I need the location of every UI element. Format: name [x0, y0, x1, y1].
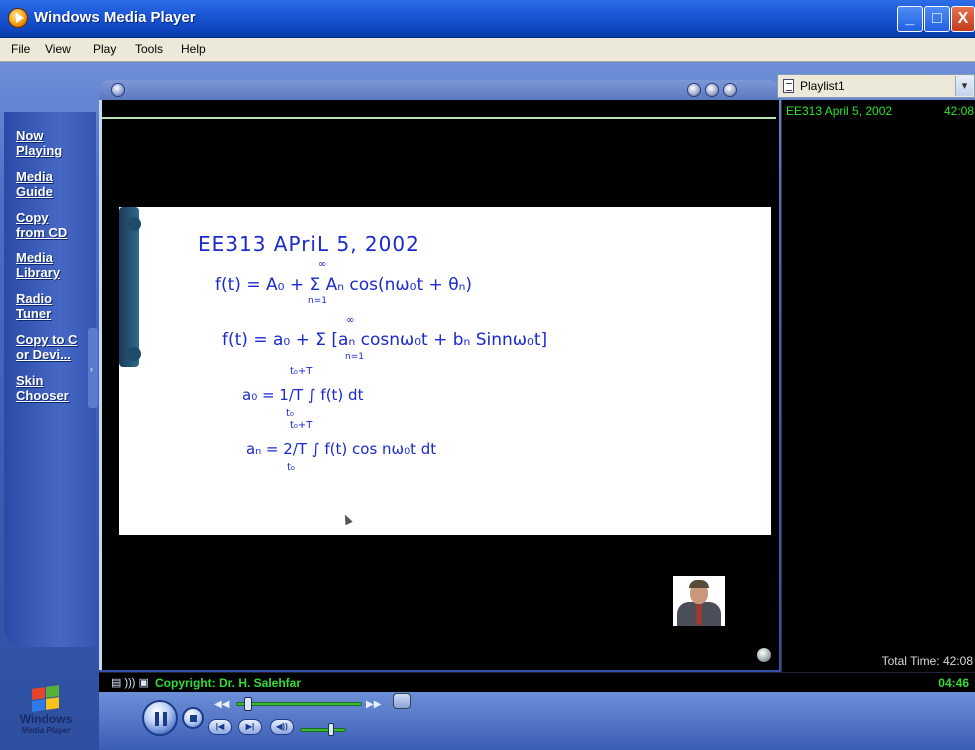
windows-flag-icon	[30, 685, 60, 712]
video-top-bar	[99, 80, 779, 100]
slide-eq-3: a₀ = 1/T ∫ f(t) dt	[242, 386, 364, 404]
taskbar-label: Skin	[16, 373, 44, 388]
close-button[interactable]: X	[951, 6, 975, 32]
menu-view[interactable]: View	[45, 42, 71, 56]
seek-thumb[interactable]	[244, 697, 252, 711]
chevron-right-icon: ›	[90, 364, 93, 374]
feature-taskbar: Now Playing Media Guide Copy from CD Med…	[4, 112, 96, 647]
status-text: Copyright: Dr. H. Salehfar	[155, 676, 302, 690]
taskbar-copy-from-cd[interactable]: Copy from CD	[16, 210, 67, 240]
sum-limit-bottom: n=1	[308, 296, 327, 306]
slide-heading: EE313 APriL 5, 2002	[198, 232, 420, 256]
lecture-slide	[119, 207, 771, 535]
taskbar-label: Copy to C	[16, 332, 78, 347]
now-playing-options-button[interactable]	[111, 83, 125, 97]
video-zoom-button[interactable]	[757, 648, 771, 662]
taskbar-media-library[interactable]: Media Library	[16, 250, 60, 280]
next-button[interactable]: ▶|	[238, 719, 262, 735]
visualization-prev-button[interactable]	[687, 83, 701, 97]
mini-mode-button[interactable]	[393, 693, 411, 709]
taskbar-radio-tuner[interactable]: Radio Tuner	[16, 291, 52, 321]
pause-button[interactable]	[142, 700, 178, 736]
status-icons[interactable]: ▤ ))) ▣	[111, 676, 149, 689]
taskbar-label: from CD	[16, 225, 68, 240]
taskbar-label: Chooser	[16, 388, 69, 403]
presenter-video-inset	[673, 576, 725, 626]
taskbar-label: Radio	[16, 291, 53, 306]
taskbar-label: Guide	[16, 184, 53, 199]
sum-limit-bottom: n=1	[345, 352, 364, 362]
seek-track[interactable]	[236, 702, 362, 706]
logo-text: Windows	[19, 712, 73, 726]
fast-forward-button[interactable]: ▶▶	[366, 699, 381, 710]
playlist-total-time: Total Time: 42:08	[881, 654, 973, 668]
video-divider	[102, 117, 776, 119]
volume-track[interactable]	[300, 728, 346, 732]
wmp-app-icon[interactable]	[8, 8, 28, 28]
logo-subtext: Media Player	[21, 726, 71, 735]
mute-button[interactable]: ◀))	[270, 719, 294, 735]
slide-eq-2: f(t) = a₀ + Σ [aₙ cosnω₀t + bₙ Sinnω₀t]	[222, 330, 548, 350]
int-limit-top: t₀+T	[290, 366, 313, 377]
menu-bar: File View Play Tools Help	[0, 38, 975, 62]
maximize-button[interactable]: □	[924, 6, 950, 32]
slide-eq-1: f(t) = A₀ + Σ Aₙ cos(nω₀t + θₙ)	[215, 275, 473, 295]
playlist-name: Playlist1	[800, 79, 845, 93]
taskbar-label: or Devi...	[16, 347, 71, 362]
menu-tools[interactable]: Tools	[135, 42, 163, 56]
int-limit-bottom: t₀	[287, 462, 295, 473]
slide-frame-edge	[119, 207, 141, 367]
seek-slider[interactable]: ◀◀ ▶▶	[214, 697, 384, 711]
menu-file[interactable]: File	[11, 42, 30, 56]
taskbar-media-guide[interactable]: Media Guide	[16, 169, 53, 199]
taskbar-label: Library	[16, 265, 61, 280]
taskbar-now-playing[interactable]: Now Playing	[16, 128, 62, 158]
menu-play[interactable]: Play	[93, 42, 116, 56]
windows-media-logo: Windows Media Player	[2, 685, 92, 748]
taskbar-skin-chooser[interactable]: Skin Chooser	[16, 373, 69, 403]
status-bar: ▤ ))) ▣ Copyright: Dr. H. Salehfar 04:46	[99, 672, 975, 692]
taskbar-label: Media	[16, 250, 53, 265]
playlist-item-title: EE313 April 5, 2002	[786, 104, 893, 118]
playlist-panel: EE313 April 5, 2002 42:08 Total Time: 42…	[781, 100, 975, 672]
title-bar[interactable]: Windows Media Player _ □ X	[0, 0, 975, 38]
menu-help[interactable]: Help	[181, 42, 206, 56]
playlist-icon	[783, 79, 794, 93]
volume-thumb[interactable]	[328, 723, 334, 736]
taskbar-label: Media	[16, 169, 53, 184]
rewind-button[interactable]: ◀◀	[214, 699, 229, 710]
playlist-toggle-button[interactable]	[723, 83, 737, 97]
taskbar-collapse-handle[interactable]: ›	[88, 328, 98, 408]
taskbar-label: Now	[16, 128, 44, 143]
sum-limit-top: ∞	[318, 259, 327, 270]
slide-eq-4: aₙ = 2/T ∫ f(t) cos nω₀t dt	[246, 440, 437, 458]
taskbar-copy-to-device[interactable]: Copy to C or Devi...	[16, 332, 77, 362]
minimize-button[interactable]: _	[897, 6, 923, 32]
chevron-down-icon[interactable]: ▾	[955, 76, 973, 96]
wmp-window: Windows Media Player _ □ X File View Pla…	[0, 0, 975, 750]
playlist-item-duration: 42:08	[943, 104, 974, 118]
taskbar-label: Playing	[16, 143, 63, 158]
taskbar-label: Copy	[16, 210, 49, 225]
stop-button[interactable]	[182, 707, 204, 729]
int-limit-bottom: t₀	[286, 408, 294, 419]
window-title: Windows Media Player	[34, 9, 196, 26]
elapsed-time[interactable]: 04:46	[938, 676, 969, 690]
int-limit-top: t₀+T	[290, 420, 313, 431]
taskbar-label: Tuner	[16, 306, 52, 321]
previous-button[interactable]: |◀	[208, 719, 232, 735]
equalizer-button[interactable]	[705, 83, 719, 97]
playlist-selector[interactable]: Playlist1 ▾	[777, 74, 975, 98]
playlist-item[interactable]: EE313 April 5, 2002 42:08	[786, 102, 974, 120]
volume-slider[interactable]	[300, 723, 352, 736]
sum-limit-top: ∞	[346, 315, 355, 326]
